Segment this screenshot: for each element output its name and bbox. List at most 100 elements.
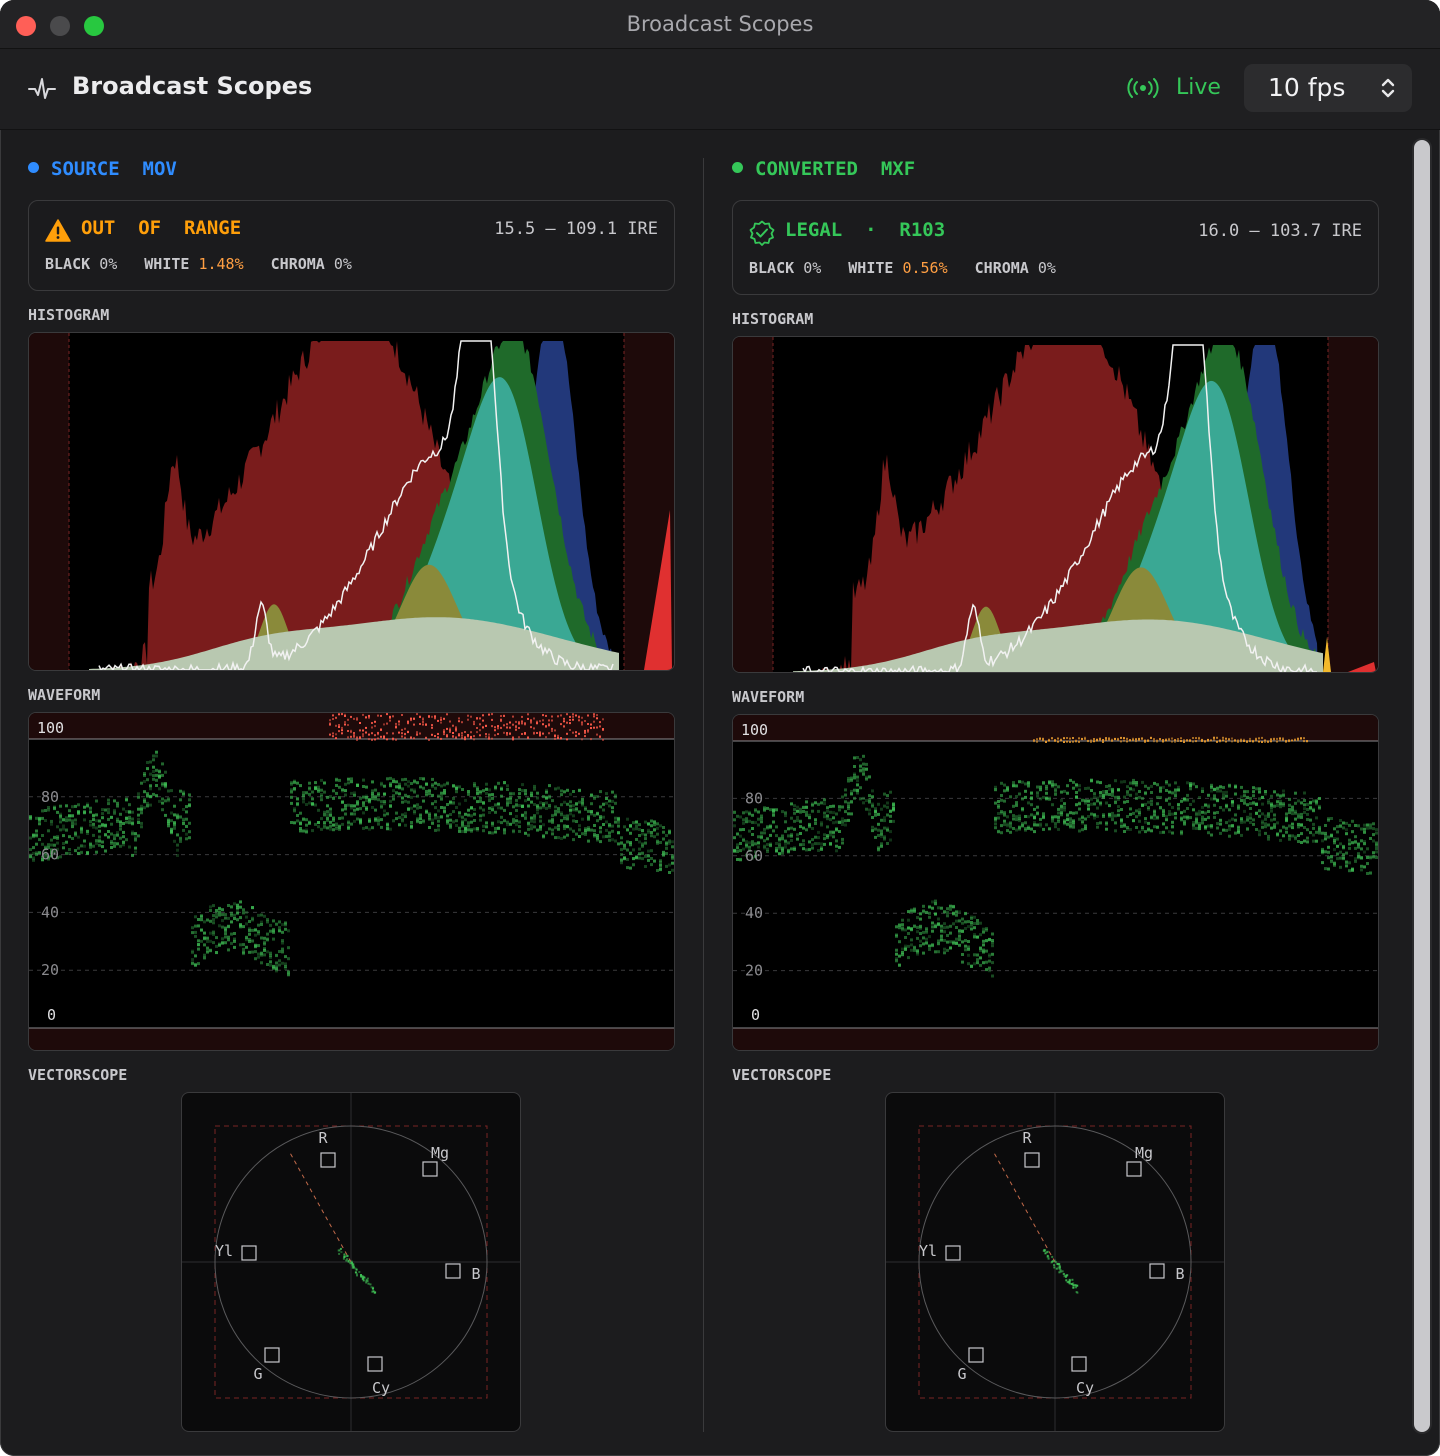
vector-target-box	[1149, 1263, 1165, 1279]
vector-trace-dot	[1058, 1263, 1060, 1266]
vectorscope-plot: R Mg B Cy G Yl	[182, 1093, 520, 1431]
vectorscope-plot: R Mg B Cy G Yl	[886, 1093, 1224, 1431]
vector-trace-dot	[1052, 1260, 1054, 1263]
vector-target-box	[422, 1161, 438, 1177]
source-waveform: 100 80 60 40 20 0	[28, 712, 675, 1051]
vector-target-label: G	[253, 1365, 262, 1383]
vector-trace-dot	[1063, 1275, 1066, 1278]
black-label: BLACK	[749, 259, 795, 277]
vector-target-box	[241, 1245, 257, 1261]
vertical-scrollbar[interactable]	[1412, 138, 1432, 1434]
vector-trace-dot	[1058, 1265, 1061, 1268]
vector-trace-dot	[349, 1262, 352, 1265]
vector-trace-dot	[373, 1291, 376, 1294]
vector-target-label: R	[1022, 1129, 1032, 1147]
converted-panel: CONVERTED MXF LEGAL · R103 16.0 — 103.7 …	[732, 0, 1380, 1456]
white-value: 0.56%	[902, 259, 948, 277]
vector-trace-dot	[342, 1257, 345, 1260]
vector-trace-dot	[338, 1252, 341, 1255]
waveform-tick-label: 80	[745, 789, 763, 807]
vector-target-label: Yl	[215, 1242, 233, 1260]
vector-target-box	[264, 1347, 280, 1363]
vector-trace-dot	[1066, 1281, 1069, 1284]
vector-target-label: Cy	[1076, 1379, 1094, 1397]
waveform-tick-label: 40	[41, 903, 59, 921]
white-label: WHITE	[144, 255, 190, 273]
vector-trace-dot	[367, 1282, 370, 1285]
white-label: WHITE	[848, 259, 894, 277]
converted-panel-header: CONVERTED MXF	[732, 158, 915, 180]
histogram-plot	[733, 337, 1378, 672]
converted-panel-title: CONVERTED MXF	[755, 158, 916, 180]
vector-trace-dot	[1071, 1278, 1074, 1281]
vector-trace-dot	[362, 1277, 364, 1280]
vector-trace-dot	[365, 1280, 368, 1283]
black-clip-zone	[733, 337, 773, 672]
source-status-card: OUT OF RANGE 15.5 — 109.1 IRE BLACK 0% W…	[28, 200, 675, 291]
source-status-title: OUT OF RANGE	[81, 217, 242, 239]
chroma-label: CHROMA	[974, 259, 1029, 277]
vector-trace-dot	[355, 1268, 358, 1271]
source-vectorscope: R Mg B Cy G Yl	[181, 1092, 521, 1432]
vector-target-label: Mg	[431, 1144, 449, 1162]
vector-trace-dot	[372, 1286, 375, 1289]
vector-trace-dot	[345, 1255, 348, 1258]
vector-trace-dot	[1072, 1284, 1075, 1287]
source-histogram	[28, 332, 675, 671]
vector-trace-dot	[1076, 1291, 1079, 1294]
histogram-label: HISTOGRAM	[28, 306, 110, 324]
white-value: 1.48%	[198, 255, 244, 273]
converted-indicator-dot	[732, 162, 743, 173]
chroma-label: CHROMA	[270, 255, 325, 273]
waveform-tick-label: 100	[741, 721, 768, 739]
over-range-zone	[733, 715, 1378, 741]
scrollbar-thumb[interactable]	[1414, 140, 1430, 1432]
source-panel: SOURCE MOV OUT OF RANGE 15.5 — 109.1 IRE…	[28, 0, 676, 1456]
converted-waveform: 100 80 60 40 20 0	[732, 714, 1379, 1051]
source-ire-range: 15.5 — 109.1 IRE	[494, 219, 658, 239]
converted-ire-range: 16.0 — 103.7 IRE	[1198, 221, 1362, 241]
vector-trace-dot	[1054, 1259, 1057, 1262]
vector-target-box	[945, 1245, 961, 1261]
converted-vectorscope: R Mg B Cy G Yl	[885, 1092, 1225, 1432]
checkmark-seal-icon	[749, 220, 775, 246]
vector-trace-dot	[1044, 1252, 1047, 1255]
waveform-label: WAVEFORM	[28, 686, 101, 704]
vector-trace-dot	[343, 1255, 346, 1258]
vector-trace-dot	[1059, 1270, 1062, 1273]
source-panel-title: SOURCE MOV	[51, 158, 177, 180]
waveform-label: WAVEFORM	[732, 688, 805, 706]
vector-target-box	[1024, 1152, 1040, 1168]
chroma-value: 0%	[1037, 259, 1056, 277]
skin-tone-line	[992, 1150, 1056, 1263]
vectorscope-label: VECTORSCOPE	[732, 1066, 832, 1084]
vector-trace-dot	[340, 1251, 343, 1254]
converted-metrics: BLACK 0% WHITE 0.56% CHROMA 0%	[749, 259, 1056, 277]
vector-trace-dot	[338, 1249, 341, 1252]
vector-target-box	[320, 1152, 336, 1168]
vector-target-label: R	[318, 1129, 328, 1147]
histogram-plot	[29, 333, 674, 670]
vector-trace-dot	[343, 1253, 346, 1256]
black-clip-zone	[29, 333, 69, 670]
chevron-up-down-icon	[1381, 78, 1395, 98]
vector-trace-dot	[1042, 1250, 1045, 1252]
waveform-tick-label: 0	[751, 1006, 760, 1024]
black-value: 0%	[99, 255, 118, 273]
vector-trace-dot	[1065, 1279, 1068, 1282]
vector-target-box	[1071, 1356, 1087, 1372]
vector-trace-dot	[369, 1283, 372, 1286]
vector-target-box	[1126, 1161, 1142, 1177]
vector-target-box	[968, 1347, 984, 1363]
waveform-tick-label: 0	[47, 1006, 56, 1024]
vector-target-label: Cy	[372, 1379, 390, 1397]
vector-trace-dot	[1068, 1278, 1071, 1281]
vector-target-box	[367, 1356, 383, 1372]
vector-trace-dot	[1075, 1284, 1078, 1287]
under-range-zone	[733, 1028, 1378, 1050]
vector-trace-dot	[345, 1259, 348, 1262]
vector-trace-dot	[354, 1271, 357, 1274]
app-window: Broadcast Scopes Broadcast Scopes Live 1…	[0, 0, 1440, 1456]
waveform-tick-label: 80	[41, 788, 59, 806]
white-clip-zone	[1328, 337, 1378, 672]
